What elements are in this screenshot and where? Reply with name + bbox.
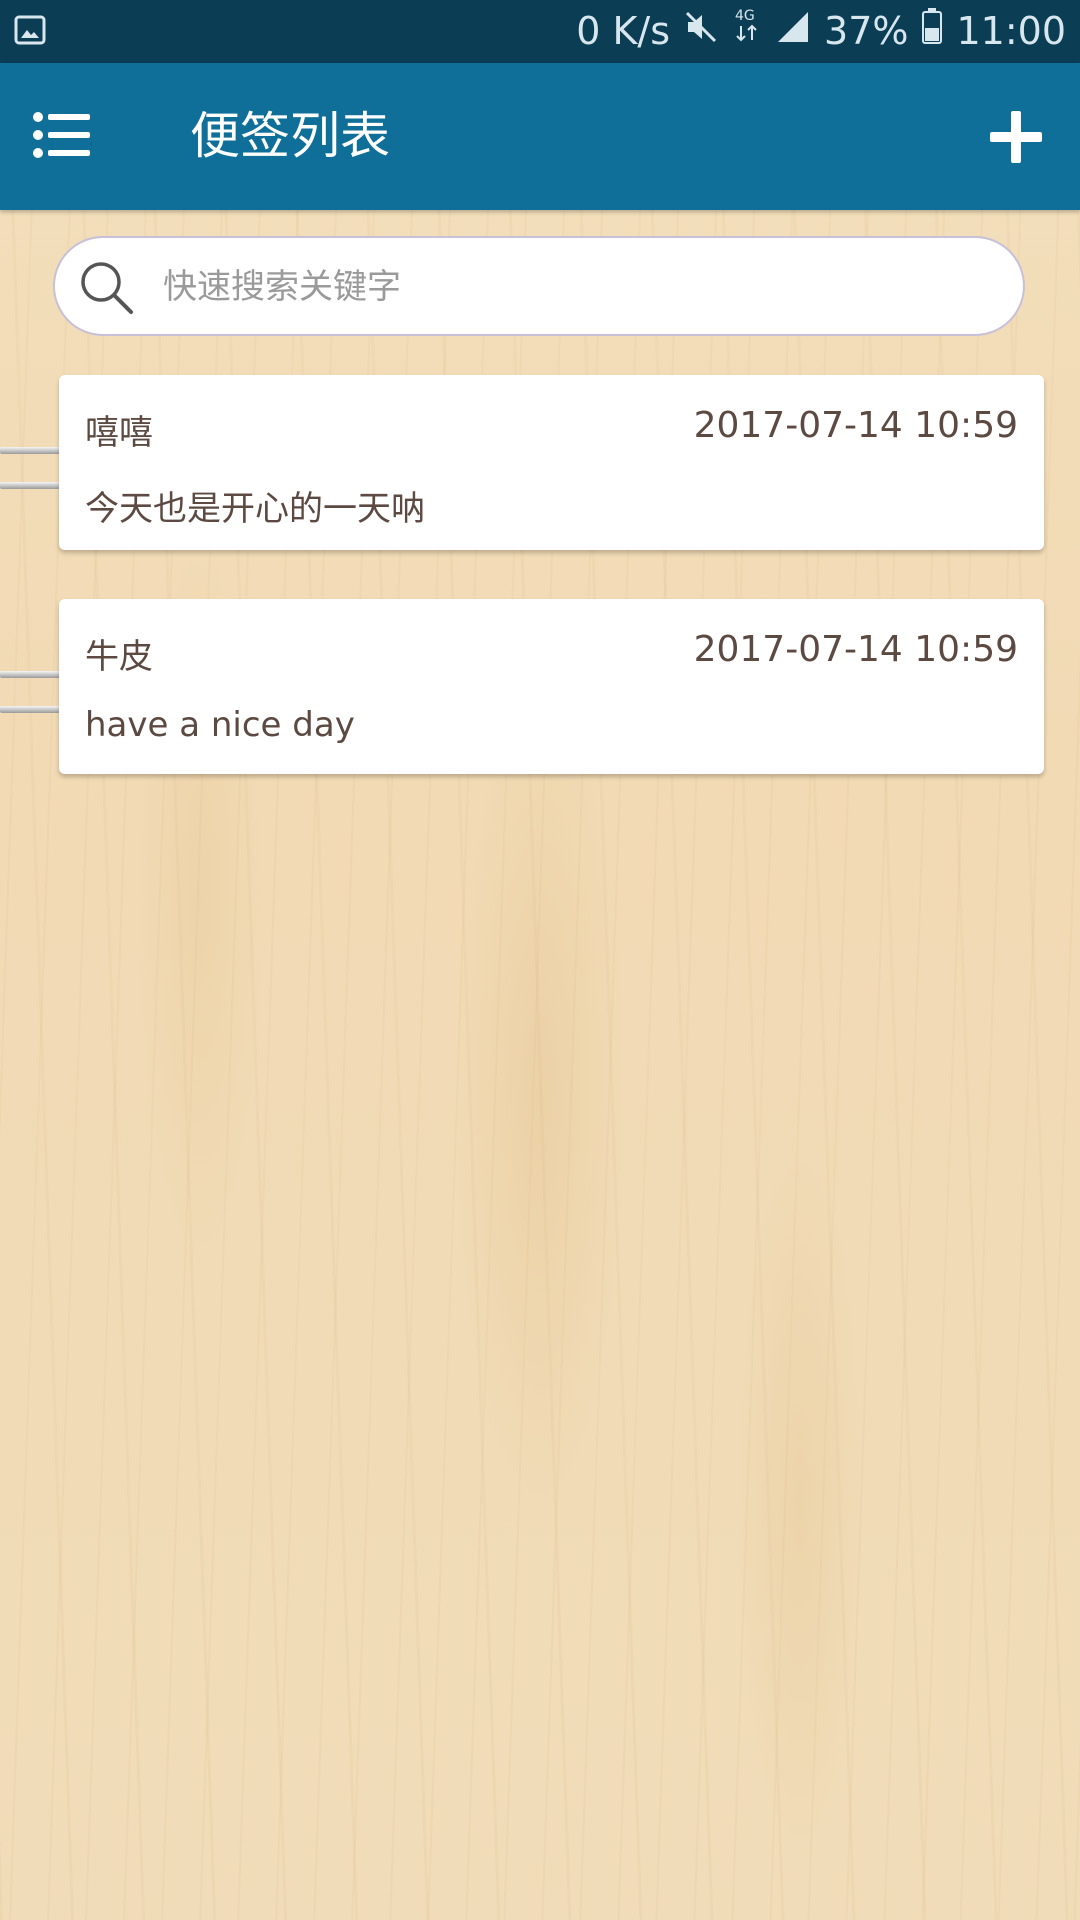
note-body: have a nice day (85, 705, 355, 745)
clock: 11:00 (956, 9, 1066, 53)
plus-icon[interactable] (988, 109, 1044, 165)
note-timestamp: 2017-07-14 10:59 (693, 629, 1018, 670)
note-clip (0, 706, 60, 713)
note-clip (0, 671, 60, 678)
network-type: 4G (735, 8, 755, 24)
search-icon (79, 260, 135, 316)
image-icon (14, 14, 46, 46)
search-bar[interactable] (53, 236, 1025, 336)
note-card[interactable]: 牛皮 2017-07-14 10:59 have a nice day (59, 599, 1044, 774)
app-bar: 便签列表 (0, 63, 1080, 210)
note-clip (0, 482, 60, 489)
note-clip (0, 447, 60, 454)
page-title: 便签列表 (190, 107, 390, 165)
note-body: 今天也是开心的一天呐 (85, 489, 425, 529)
battery-icon (922, 0, 943, 63)
note-card[interactable]: 嘻嘻 2017-07-14 10:59 今天也是开心的一天呐 (59, 375, 1044, 550)
list-menu-icon[interactable] (30, 107, 94, 167)
net-speed: 0 K/s (576, 9, 671, 53)
network-4g-icon: 4G (732, 0, 762, 63)
battery-percent: 37% (824, 9, 909, 53)
search-input[interactable] (161, 238, 1005, 336)
note-title: 嘻嘻 (85, 413, 153, 453)
note-title: 牛皮 (85, 637, 153, 677)
note-timestamp: 2017-07-14 10:59 (693, 405, 1018, 446)
status-bar: 0 K/s 4G 37% 11:00 (0, 0, 1080, 63)
signal-icon (776, 0, 810, 63)
mute-icon (684, 0, 718, 63)
status-right-group: 0 K/s 4G 37% 11:00 (576, 0, 1066, 63)
